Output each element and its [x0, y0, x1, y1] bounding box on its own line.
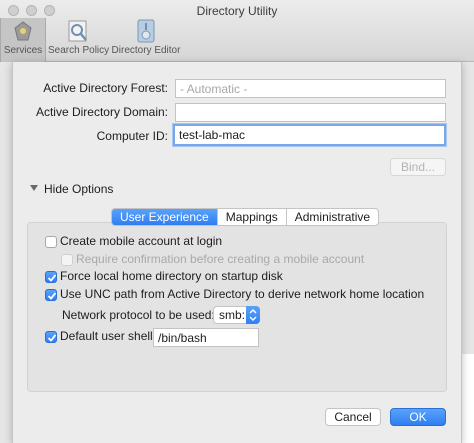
- services-icon: [14, 21, 32, 41]
- toolbar-services-label: Services: [3, 45, 43, 56]
- options-tabs: User Experience Mappings Administrative: [111, 208, 380, 226]
- toolbar-directory-editor[interactable]: Directory Editor: [110, 18, 182, 62]
- hide-options-toggle[interactable]: Hide Options: [44, 182, 113, 196]
- window-title: Directory Utility: [196, 4, 278, 18]
- require-confirmation-label: Require confirmation before creating a m…: [76, 252, 365, 266]
- computer-id-field[interactable]: [173, 124, 446, 146]
- window-titlebar: Directory Utility Services Search Policy…: [0, 0, 474, 62]
- create-mobile-account-checkbox[interactable]: [45, 236, 57, 248]
- domain-label: Active Directory Domain:: [35, 105, 168, 119]
- forest-field[interactable]: [175, 79, 446, 98]
- search-policy-icon: [68, 20, 87, 42]
- default-shell-label: Default user shell:: [60, 329, 157, 343]
- background-window: [462, 62, 474, 354]
- force-local-home-checkbox[interactable]: [45, 271, 57, 283]
- checkmark-icon: [47, 292, 57, 300]
- disclosure-triangle-icon[interactable]: [30, 184, 38, 192]
- directory-editor-icon: [137, 19, 155, 43]
- tab-administrative[interactable]: Administrative: [285, 209, 378, 225]
- ok-button[interactable]: OK: [390, 408, 446, 426]
- default-shell-field[interactable]: [153, 328, 259, 347]
- chevron-up-down-icon: [249, 309, 257, 321]
- create-mobile-account-label: Create mobile account at login: [60, 234, 223, 248]
- checkmark-icon: [47, 274, 57, 282]
- toolbar-search-policy[interactable]: Search Policy: [48, 18, 110, 62]
- cancel-button[interactable]: Cancel: [325, 408, 381, 426]
- tab-mappings[interactable]: Mappings: [216, 209, 286, 225]
- tab-user-experience[interactable]: User Experience: [112, 209, 217, 225]
- use-unc-path-checkbox[interactable]: [45, 289, 57, 301]
- require-confirmation-checkbox[interactable]: [61, 254, 73, 266]
- use-unc-path-label: Use UNC path from Active Directory to de…: [60, 287, 425, 301]
- toolbar-services[interactable]: Services: [0, 18, 46, 62]
- toolbar-search-policy-label: Search Policy: [48, 45, 110, 56]
- popup-arrows: [246, 306, 260, 324]
- forest-label: Active Directory Forest:: [43, 81, 168, 95]
- bind-button[interactable]: Bind...: [390, 158, 446, 176]
- network-protocol-popup[interactable]: smb:: [213, 306, 260, 324]
- checkmark-icon: [47, 334, 57, 342]
- domain-field[interactable]: [175, 103, 446, 122]
- background-window: [0, 62, 12, 443]
- network-protocol-label: Network protocol to be used:: [62, 308, 215, 322]
- computer-id-label: Computer ID:: [96, 129, 168, 143]
- force-local-home-label: Force local home directory on startup di…: [60, 269, 283, 283]
- network-protocol-value: smb:: [219, 308, 246, 322]
- toolbar-directory-editor-label: Directory Editor: [111, 45, 181, 56]
- default-shell-checkbox[interactable]: [45, 331, 57, 343]
